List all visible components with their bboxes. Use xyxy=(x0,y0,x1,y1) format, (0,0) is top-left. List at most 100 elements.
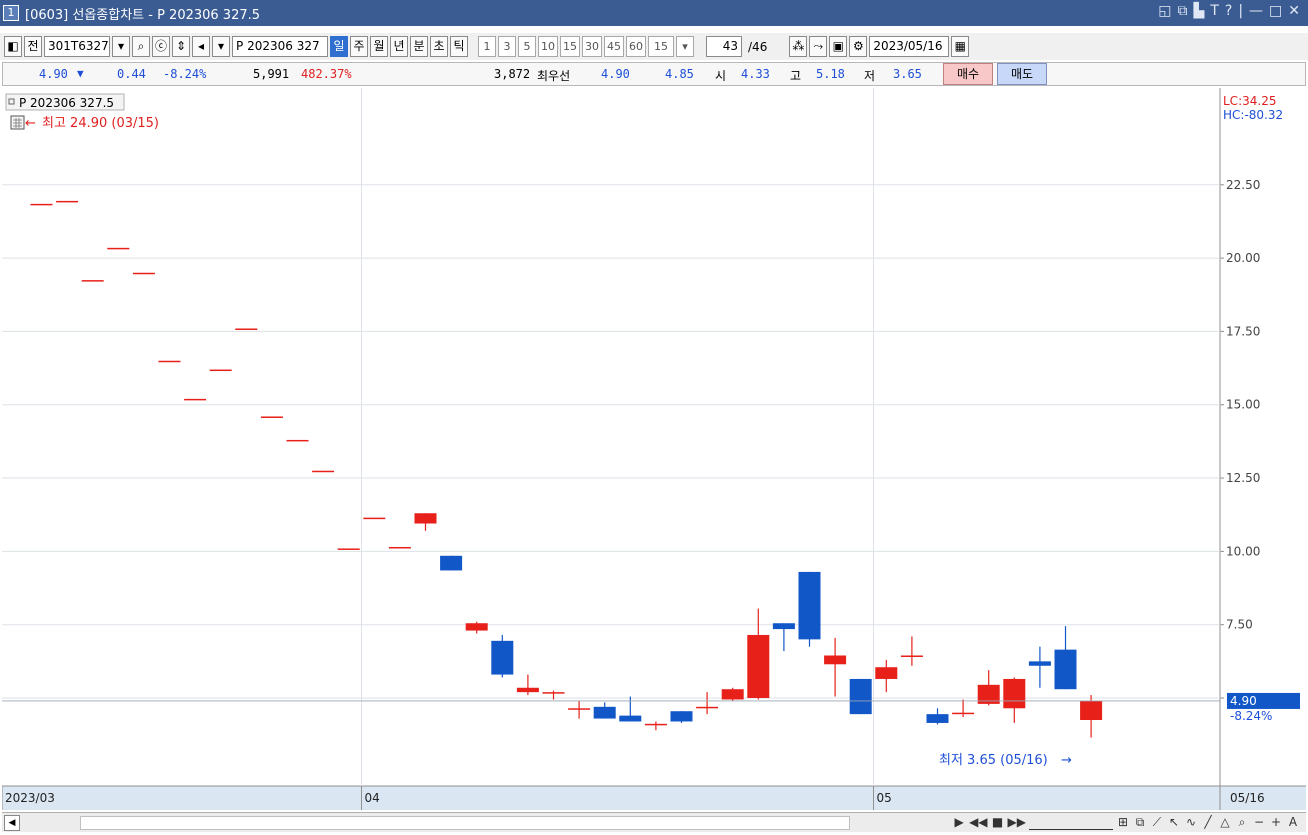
speaker-icon[interactable]: ◂ xyxy=(192,36,211,57)
candle-body xyxy=(1080,700,1103,721)
play-icon[interactable]: ▶ xyxy=(952,815,966,830)
y-tick-label: 22.50 xyxy=(1226,178,1260,192)
scroll-track[interactable] xyxy=(80,815,850,830)
shape-icon[interactable]: △ xyxy=(1218,815,1232,830)
low-value: 3.65 xyxy=(893,67,922,81)
buy-button[interactable]: 매수 xyxy=(943,63,993,85)
max-annotation: 최고 24.90 (03/15) xyxy=(42,116,159,131)
candle-body xyxy=(542,692,565,694)
panel-icon[interactable]: ◧ xyxy=(4,36,22,57)
candle-body xyxy=(30,203,53,206)
search-icon[interactable]: ⌕ xyxy=(1235,815,1249,830)
y-tick-label: 17.50 xyxy=(1226,324,1260,338)
candle-body xyxy=(337,548,360,550)
forward-icon[interactable]: ▶▶ xyxy=(1008,815,1026,830)
candle-body xyxy=(235,328,258,330)
line-tool-icon[interactable]: ╱ xyxy=(1201,815,1215,830)
window-title: [0603] 선옵종합차트 - P 202306 327.5 xyxy=(25,7,261,23)
interval-60[interactable]: 60 xyxy=(626,36,647,57)
font-icon[interactable]: T xyxy=(1210,3,1219,19)
rewind-icon[interactable]: ◀◀ xyxy=(969,815,987,830)
candle-body xyxy=(107,247,130,250)
save-icon[interactable]: ▣ xyxy=(829,36,848,57)
speaker-dropdown-icon[interactable]: ▾ xyxy=(212,36,231,57)
interval-3[interactable]: 3 xyxy=(498,36,517,57)
zoom-out-icon[interactable]: − xyxy=(1252,815,1266,830)
stop-icon[interactable]: ■ xyxy=(991,815,1005,830)
calendar-icon[interactable] xyxy=(10,115,25,130)
maximize-icon[interactable]: □ xyxy=(1269,3,1282,19)
split-icon[interactable]: ⧉ xyxy=(1133,815,1147,830)
minimize-icon[interactable]: — xyxy=(1249,3,1263,19)
candle-body xyxy=(414,513,437,524)
period-day[interactable]: 일 xyxy=(330,36,349,57)
layout-icon[interactable]: ⊞ xyxy=(1116,815,1130,830)
interval-1[interactable]: 1 xyxy=(478,36,497,57)
stepper-icon[interactable]: ⇕ xyxy=(172,36,191,57)
candle-body xyxy=(568,708,591,710)
period-month[interactable]: 월 xyxy=(370,36,389,57)
contract-icon[interactable]: ⓒ xyxy=(152,36,171,57)
jeon-button[interactable]: 전 xyxy=(24,36,42,57)
trend-icon[interactable]: ⟋ xyxy=(1150,815,1164,830)
hc-label: HC:-80.32 xyxy=(1223,108,1283,122)
chart-title: P 202306 327.5 xyxy=(19,96,114,110)
indicator-icon[interactable]: ⤳ xyxy=(809,36,828,57)
window-number[interactable]: 1 xyxy=(3,5,19,21)
best-bid: 4.85 xyxy=(665,67,694,81)
search-icon[interactable]: ⌕ xyxy=(132,36,150,57)
help-icon[interactable]: ? xyxy=(1225,3,1232,19)
interval-10[interactable]: 10 xyxy=(538,36,559,57)
gear-icon[interactable]: ⚙ xyxy=(849,36,868,57)
cursor-icon[interactable]: ↖ xyxy=(1167,815,1181,830)
interval-select[interactable]: 15 xyxy=(648,36,675,57)
best-ask: 4.90 xyxy=(601,67,630,81)
current-rate-label: -8.24% xyxy=(1230,709,1272,723)
sell-button[interactable]: 매도 xyxy=(997,63,1047,85)
wave-icon[interactable]: ∿ xyxy=(1184,815,1198,830)
volume: 5,991 xyxy=(253,67,290,81)
zoom-in-icon[interactable]: + xyxy=(1269,815,1283,830)
max-arrow-icon: ← xyxy=(25,116,36,131)
zoom-slider[interactable] xyxy=(1029,815,1113,830)
code-input[interactable]: 301T6327 xyxy=(44,36,110,57)
period-tick[interactable]: 틱 xyxy=(450,36,469,57)
open-value: 4.33 xyxy=(741,67,770,81)
compare-icon[interactable]: ⁂ xyxy=(789,36,808,57)
title-bar: 1 [0603] 선옵종합차트 - P 202306 327.5 ◱ ⧉ ▙ T… xyxy=(0,0,1308,26)
link-icon[interactable]: ▙ xyxy=(1194,3,1205,19)
candle-body xyxy=(798,571,821,640)
candlestick-chart[interactable]: 22.5020.0017.5015.0012.5010.007.505.00 2… xyxy=(1,88,1306,810)
x-tick-label: 04 xyxy=(365,791,380,805)
count-input[interactable]: 43 xyxy=(706,36,743,57)
candle-body xyxy=(260,416,283,418)
x-tick-label: 2023/03 xyxy=(5,791,55,805)
chevron-down-icon[interactable]: ▾ xyxy=(112,36,130,57)
interval-15[interactable]: 15 xyxy=(560,36,581,57)
min-annotation: 최저 3.65 (05/16) xyxy=(939,753,1048,768)
toolbar: ◧ 전 301T6327 ▾ ⌕ ⓒ ⇕ ◂ ▾ P 202306 327 일 … xyxy=(0,33,1308,60)
layout-icon[interactable]: ◱ xyxy=(1158,3,1171,19)
interval-45[interactable]: 45 xyxy=(604,36,625,57)
x-tick-label: 05/16 xyxy=(1230,791,1265,805)
period-second[interactable]: 초 xyxy=(430,36,449,57)
period-minute[interactable]: 분 xyxy=(410,36,429,57)
open-label: 시 xyxy=(715,69,727,83)
font-icon[interactable]: A xyxy=(1286,815,1300,830)
interval-dropdown-icon[interactable]: ▾ xyxy=(676,36,695,57)
interval-30[interactable]: 30 xyxy=(582,36,603,57)
candle-body xyxy=(926,714,949,723)
period-week[interactable]: 주 xyxy=(350,36,369,57)
cascade-icon[interactable]: ⧉ xyxy=(1178,3,1188,19)
price-change: 0.44 xyxy=(117,67,146,81)
candle-body xyxy=(1054,649,1077,690)
period-year[interactable]: 년 xyxy=(390,36,409,57)
scroll-left-icon[interactable]: ◀ xyxy=(4,814,20,831)
interval-5[interactable]: 5 xyxy=(518,36,537,57)
close-icon[interactable]: ✕ xyxy=(1288,3,1300,19)
chart-area[interactable]: 22.5020.0017.5015.0012.5010.007.505.00 2… xyxy=(1,88,1306,810)
window-controls: ◱ ⧉ ▙ T ? | — □ ✕ xyxy=(1158,3,1300,19)
calendar-icon[interactable]: ▦ xyxy=(951,36,970,57)
name-input[interactable]: P 202306 327 xyxy=(232,36,329,57)
date-input[interactable]: 2023/05/16 xyxy=(869,36,950,57)
